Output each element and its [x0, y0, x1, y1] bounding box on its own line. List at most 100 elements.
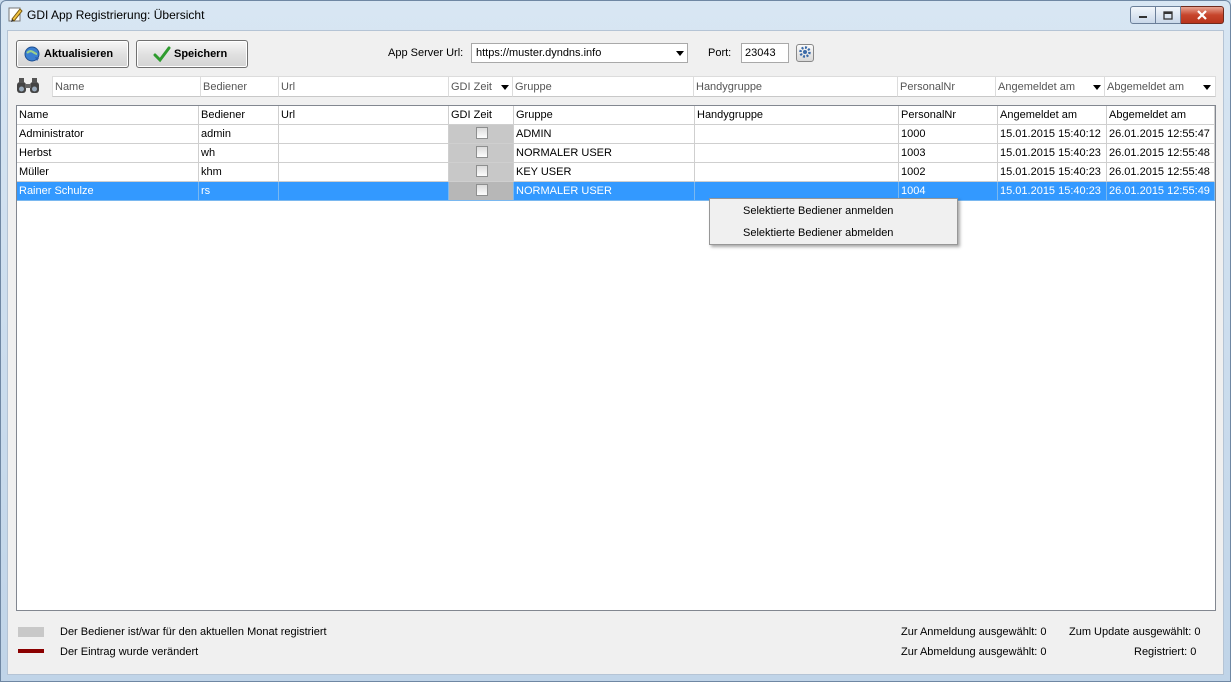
- filter-bediener[interactable]: Bediener: [200, 76, 280, 97]
- cell-url: [279, 182, 449, 201]
- table-row[interactable]: Müller khm KEY USER 1002 15.01.2015 15:4…: [17, 163, 1215, 182]
- refresh-globe-icon: [23, 45, 41, 63]
- minimize-button[interactable]: [1130, 6, 1156, 24]
- filter-personalnr[interactable]: PersonalNr: [897, 76, 997, 97]
- gdi-zeit-checkbox[interactable]: [476, 127, 488, 139]
- cell-abgemeldet: 26.01.2015 12:55:48: [1107, 163, 1215, 182]
- table-row-selected[interactable]: Rainer Schulze rs NORMALER USER 1004 15.…: [17, 182, 1215, 201]
- cell-angemeldet: 15.01.2015 15:40:23: [998, 182, 1107, 201]
- filter-gdi-zeit[interactable]: GDI Zeit: [448, 76, 514, 97]
- port-field[interactable]: 23043: [741, 43, 789, 63]
- refresh-button-label: Aktualisieren: [44, 48, 114, 60]
- port-label: Port:: [708, 47, 732, 59]
- main-panel: Aktualisieren Speichern App Server Url: …: [7, 30, 1224, 675]
- column-header-angemeldet[interactable]: Angemeldet am: [998, 106, 1107, 125]
- gdi-zeit-checkbox[interactable]: [476, 184, 488, 196]
- legend-registered-swatch: [18, 627, 44, 637]
- status-login-selected: Zur Anmeldung ausgewählt: 0: [901, 626, 1047, 638]
- filter-gruppe-placeholder: Gruppe: [515, 81, 552, 93]
- filter-angemeldet[interactable]: Angemeldet am: [995, 76, 1106, 97]
- chevron-down-icon[interactable]: [1093, 85, 1101, 90]
- filter-gruppe[interactable]: Gruppe: [512, 76, 695, 97]
- port-value: 23043: [745, 47, 776, 59]
- cell-bediener: wh: [199, 144, 279, 163]
- window-title: GDI App Registrierung: Übersicht: [27, 8, 205, 22]
- server-url-combobox[interactable]: https://muster.dyndns.info: [471, 43, 688, 63]
- cell-name: Rainer Schulze: [17, 182, 199, 201]
- save-button-label: Speichern: [174, 48, 228, 60]
- column-header-abgemeldet[interactable]: Abgemeldet am: [1107, 106, 1215, 125]
- cell-personalnr: 1003: [899, 144, 998, 163]
- app-pencil-icon: [7, 6, 24, 23]
- filter-name[interactable]: Name: [52, 76, 202, 97]
- filter-abgemeldet-placeholder: Abgemeldet am: [1107, 81, 1185, 93]
- settings-button[interactable]: [796, 44, 814, 62]
- cell-gdi-zeit: [449, 144, 514, 163]
- gear-icon: [798, 45, 812, 62]
- chevron-down-icon[interactable]: [676, 51, 684, 56]
- column-header-personalnr[interactable]: PersonalNr: [899, 106, 998, 125]
- cell-abgemeldet: 26.01.2015 12:55:47: [1107, 125, 1215, 144]
- cell-angemeldet: 15.01.2015 15:40:12: [998, 125, 1107, 144]
- cell-gruppe: KEY USER: [514, 163, 695, 182]
- cell-abgemeldet: 26.01.2015 12:55:48: [1107, 144, 1215, 163]
- cell-gdi-zeit: [449, 125, 514, 144]
- refresh-button[interactable]: Aktualisieren: [16, 40, 129, 68]
- gdi-zeit-checkbox[interactable]: [476, 165, 488, 177]
- cell-name: Administrator: [17, 125, 199, 144]
- filter-url[interactable]: Url: [278, 76, 450, 97]
- title-bar[interactable]: GDI App Registrierung: Übersicht: [1, 1, 1230, 29]
- binoculars-icon[interactable]: [15, 77, 41, 98]
- cell-gruppe: NORMALER USER: [514, 144, 695, 163]
- cell-name: Müller: [17, 163, 199, 182]
- filter-abgemeldet[interactable]: Abgemeldet am: [1104, 76, 1216, 97]
- cell-bediener: admin: [199, 125, 279, 144]
- close-button[interactable]: [1181, 6, 1224, 24]
- cell-gruppe: ADMIN: [514, 125, 695, 144]
- gdi-zeit-checkbox[interactable]: [476, 146, 488, 158]
- status-update-selected: Zum Update ausgewählt: 0: [1069, 626, 1201, 638]
- menu-item-login-selected[interactable]: Selektierte Bediener anmelden: [743, 205, 893, 217]
- cell-gruppe: NORMALER USER: [514, 182, 695, 201]
- column-header-handygruppe[interactable]: Handygruppe: [695, 106, 899, 125]
- server-url-value: https://muster.dyndns.info: [476, 47, 602, 59]
- cell-url: [279, 144, 449, 163]
- filter-handygruppe-placeholder: Handygruppe: [696, 81, 763, 93]
- cell-gdi-zeit: [449, 182, 514, 201]
- maximize-button[interactable]: [1156, 6, 1181, 24]
- status-logout-selected: Zur Abmeldung ausgewählt: 0: [901, 646, 1047, 658]
- legend-changed-swatch: [18, 649, 44, 653]
- column-header-bediener[interactable]: Bediener: [199, 106, 279, 125]
- column-header-url[interactable]: Url: [279, 106, 449, 125]
- window-controls: [1130, 6, 1224, 24]
- table-row[interactable]: Herbst wh NORMALER USER 1003 15.01.2015 …: [17, 144, 1215, 163]
- menu-item-logout-selected[interactable]: Selektierte Bediener abmelden: [743, 227, 893, 239]
- table-row[interactable]: Administrator admin ADMIN 1000 15.01.201…: [17, 125, 1215, 144]
- cell-personalnr: 1000: [899, 125, 998, 144]
- checkmark-icon: [153, 45, 171, 63]
- cell-bediener: khm: [199, 163, 279, 182]
- server-url-label: App Server Url:: [388, 47, 464, 59]
- column-header-name[interactable]: Name: [17, 106, 199, 125]
- cell-gdi-zeit: [449, 163, 514, 182]
- cell-angemeldet: 15.01.2015 15:40:23: [998, 163, 1107, 182]
- chevron-down-icon[interactable]: [501, 85, 509, 90]
- filter-bar: Name Bediener Url GDI Zeit Gruppe Handyg…: [52, 76, 1216, 97]
- cell-name: Herbst: [17, 144, 199, 163]
- context-menu: Selektierte Bediener anmelden Selektiert…: [709, 198, 958, 245]
- save-button[interactable]: Speichern: [136, 40, 248, 68]
- filter-name-placeholder: Name: [55, 81, 85, 93]
- column-header-gdi-zeit[interactable]: GDI Zeit: [449, 106, 514, 125]
- cell-abgemeldet: 26.01.2015 12:55:49: [1107, 182, 1215, 201]
- filter-bediener-placeholder: Bediener: [203, 81, 248, 93]
- user-table[interactable]: Name Bediener Url GDI Zeit Gruppe Handyg…: [16, 105, 1216, 611]
- legend-changed-text: Der Eintrag wurde verändert: [60, 646, 199, 658]
- table-header: Name Bediener Url GDI Zeit Gruppe Handyg…: [17, 106, 1215, 125]
- filter-handygruppe[interactable]: Handygruppe: [693, 76, 899, 97]
- column-header-gruppe[interactable]: Gruppe: [514, 106, 695, 125]
- cell-personalnr: 1002: [899, 163, 998, 182]
- chevron-down-icon[interactable]: [1203, 85, 1211, 90]
- cell-handygruppe: [695, 163, 899, 182]
- filter-personalnr-placeholder: PersonalNr: [900, 81, 956, 93]
- filter-angemeldet-placeholder: Angemeldet am: [998, 81, 1076, 93]
